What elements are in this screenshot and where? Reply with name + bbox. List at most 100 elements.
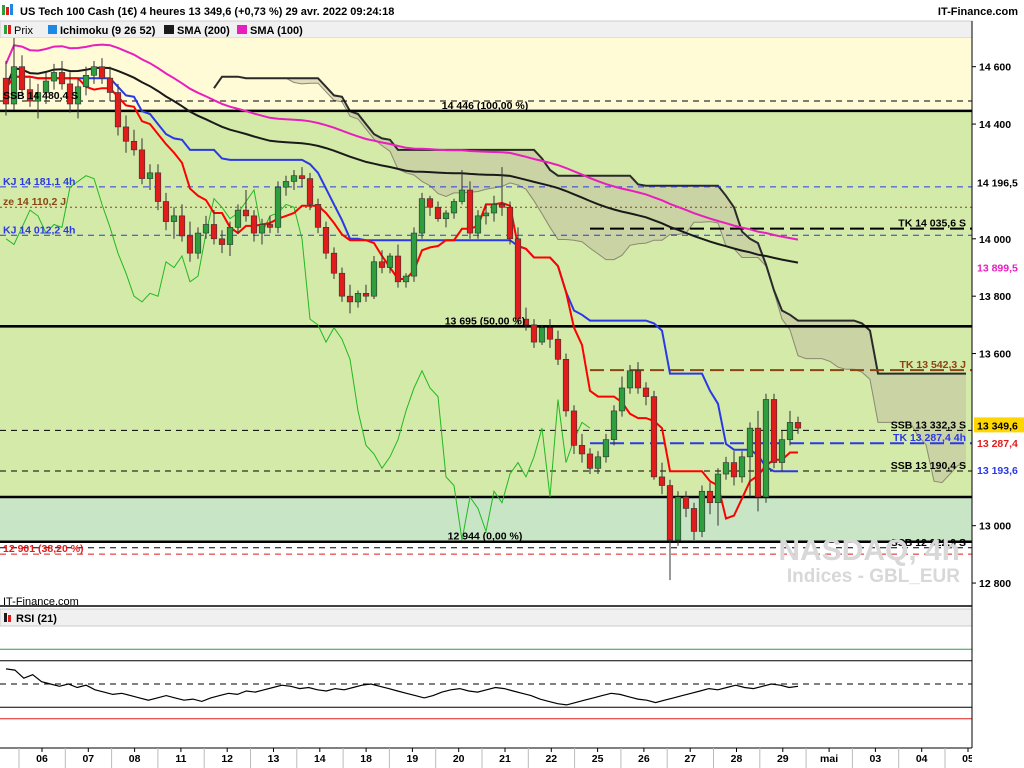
candle-body-53 (426, 198, 434, 208)
candle-body-77 (618, 387, 626, 412)
candle-body-85 (682, 496, 690, 509)
candle-body-42 (338, 272, 346, 297)
square-icon (164, 25, 174, 34)
candle-body-93 (746, 427, 754, 458)
candle-body-31 (250, 215, 258, 234)
candle-body-54 (434, 206, 442, 220)
price-tag-1: 13 899,5 (977, 263, 1018, 275)
candle-body-91 (730, 462, 738, 478)
candle-body-34 (274, 186, 282, 228)
candle-body-58 (466, 189, 474, 234)
candle-body-10 (82, 74, 90, 88)
candle-body-83 (666, 485, 674, 541)
candle-body-89 (714, 473, 722, 504)
price-tag-4: 13 193,6 (977, 465, 1018, 477)
candle-body-57 (458, 189, 466, 202)
legend-item-ichimoku[interactable]: Ichimoku (9 26 52) (48, 25, 156, 37)
rsi-icon-b (8, 615, 11, 622)
candle-body-97 (778, 439, 786, 463)
candle-body-13 (106, 77, 114, 93)
chart-title: US Tech 100 Cash (1€) 4 heures 13 349,6 … (20, 6, 394, 18)
x-tick-label-16: 29 (777, 753, 789, 765)
candle-body-59 (474, 215, 482, 234)
candle-body-17 (138, 149, 146, 179)
candle-51 (410, 227, 418, 282)
candle-body-70 (562, 358, 570, 412)
x-tick-label-14: 27 (684, 753, 696, 765)
legend-label-sma100: SMA (100) (250, 25, 303, 37)
x-tick-label-1: 07 (82, 753, 94, 765)
x-tick-label-8: 19 (407, 753, 419, 765)
candle-body-38 (306, 178, 314, 205)
y-tick-label-5: 13 600 (979, 349, 1011, 361)
candle-body-76 (610, 410, 618, 440)
chart-svg: US Tech 100 Cash (1€) 4 heures 13 349,6 … (0, 0, 1024, 768)
x-tick-label-12: 25 (592, 753, 604, 765)
candle-body-20 (162, 201, 170, 222)
candle-body-55 (442, 212, 450, 220)
cloud-icon (48, 25, 57, 34)
chart-app-icon-b (6, 7, 9, 15)
candle-body-45 (362, 293, 370, 297)
candle-body-24 (194, 232, 202, 254)
level-label-1: 14 446 (100,00 %) (442, 100, 528, 112)
candle-46 (370, 256, 378, 300)
level-label-11: 12 944 (0,00 %) (448, 531, 523, 543)
y-tick-label-0: 14 600 (979, 62, 1011, 74)
candle-body-39 (314, 204, 322, 228)
candle-body-27 (218, 238, 226, 245)
candle-body-72 (578, 445, 586, 455)
candle-body-82 (658, 476, 666, 486)
x-tick-label-18: 03 (870, 753, 882, 765)
brand-link[interactable]: IT-Finance.com (938, 6, 1018, 18)
x-tick-label-19: 04 (916, 753, 928, 765)
candle-body-6 (50, 72, 58, 82)
square-icon-magenta (237, 25, 247, 34)
candle-body-68 (546, 327, 554, 340)
candle-body-88 (706, 490, 714, 504)
y-tick-label-4: 13 800 (979, 291, 1011, 303)
candle-body-69 (554, 338, 562, 360)
candle-body-66 (530, 324, 538, 343)
candle-body-87 (698, 490, 706, 532)
candle-83 (666, 479, 674, 581)
candle-96 (770, 393, 778, 469)
main-plot[interactable]: SSB 14 480,4 S 14 446 (100,00 %) KJ 14 181… (0, 38, 972, 607)
candle-body-12 (98, 66, 106, 79)
candle-body-44 (354, 293, 362, 303)
candle-body-23 (186, 235, 194, 254)
x-tick-label-4: 12 (221, 753, 233, 765)
candle-body-60 (482, 212, 490, 217)
x-tick-label-2: 08 (129, 753, 141, 765)
x-tick-label-10: 21 (499, 753, 511, 765)
x-tick-label-13: 26 (638, 753, 650, 765)
rsi-plot[interactable]: 1008060402047,597 (0, 621, 1008, 726)
candle-body-35 (282, 181, 290, 188)
y-tick-label-8: 13 000 (979, 521, 1011, 533)
candle-body-16 (130, 140, 138, 151)
bar-icon (4, 25, 7, 34)
candle-body-73 (586, 453, 594, 469)
y-axis: 14 600 14 400 14 000 13 800 13 600 13 000 12 8… (971, 21, 1024, 768)
candle-body-84 (674, 496, 682, 541)
y-axis-bg (972, 21, 1024, 768)
candle-body-46 (370, 261, 378, 297)
candle-67 (538, 324, 546, 345)
candle-body-21 (170, 215, 178, 222)
x-tick-label-17: mai (820, 753, 838, 765)
level-label-0: SSB 14 480,4 S (3, 90, 78, 102)
legend-label-sma200: SMA (200) (177, 25, 230, 37)
level-label-5: KJ 14 012,2 4h (3, 224, 75, 236)
candle-body-61 (490, 204, 498, 214)
candle-body-50 (402, 275, 410, 283)
candle-body-90 (722, 462, 730, 475)
candle-70 (562, 353, 570, 417)
candle-body-96 (770, 399, 778, 463)
candle-body-32 (258, 224, 266, 234)
level-label-6: 13 695 (50,00 %) (445, 315, 526, 327)
candle-body-47 (378, 261, 386, 268)
rsi-title: RSI (21) (16, 613, 57, 625)
watermark-title: NASDAQ, 4h (778, 534, 960, 567)
candle-body-40 (322, 227, 330, 254)
candle-body-75 (602, 439, 610, 458)
